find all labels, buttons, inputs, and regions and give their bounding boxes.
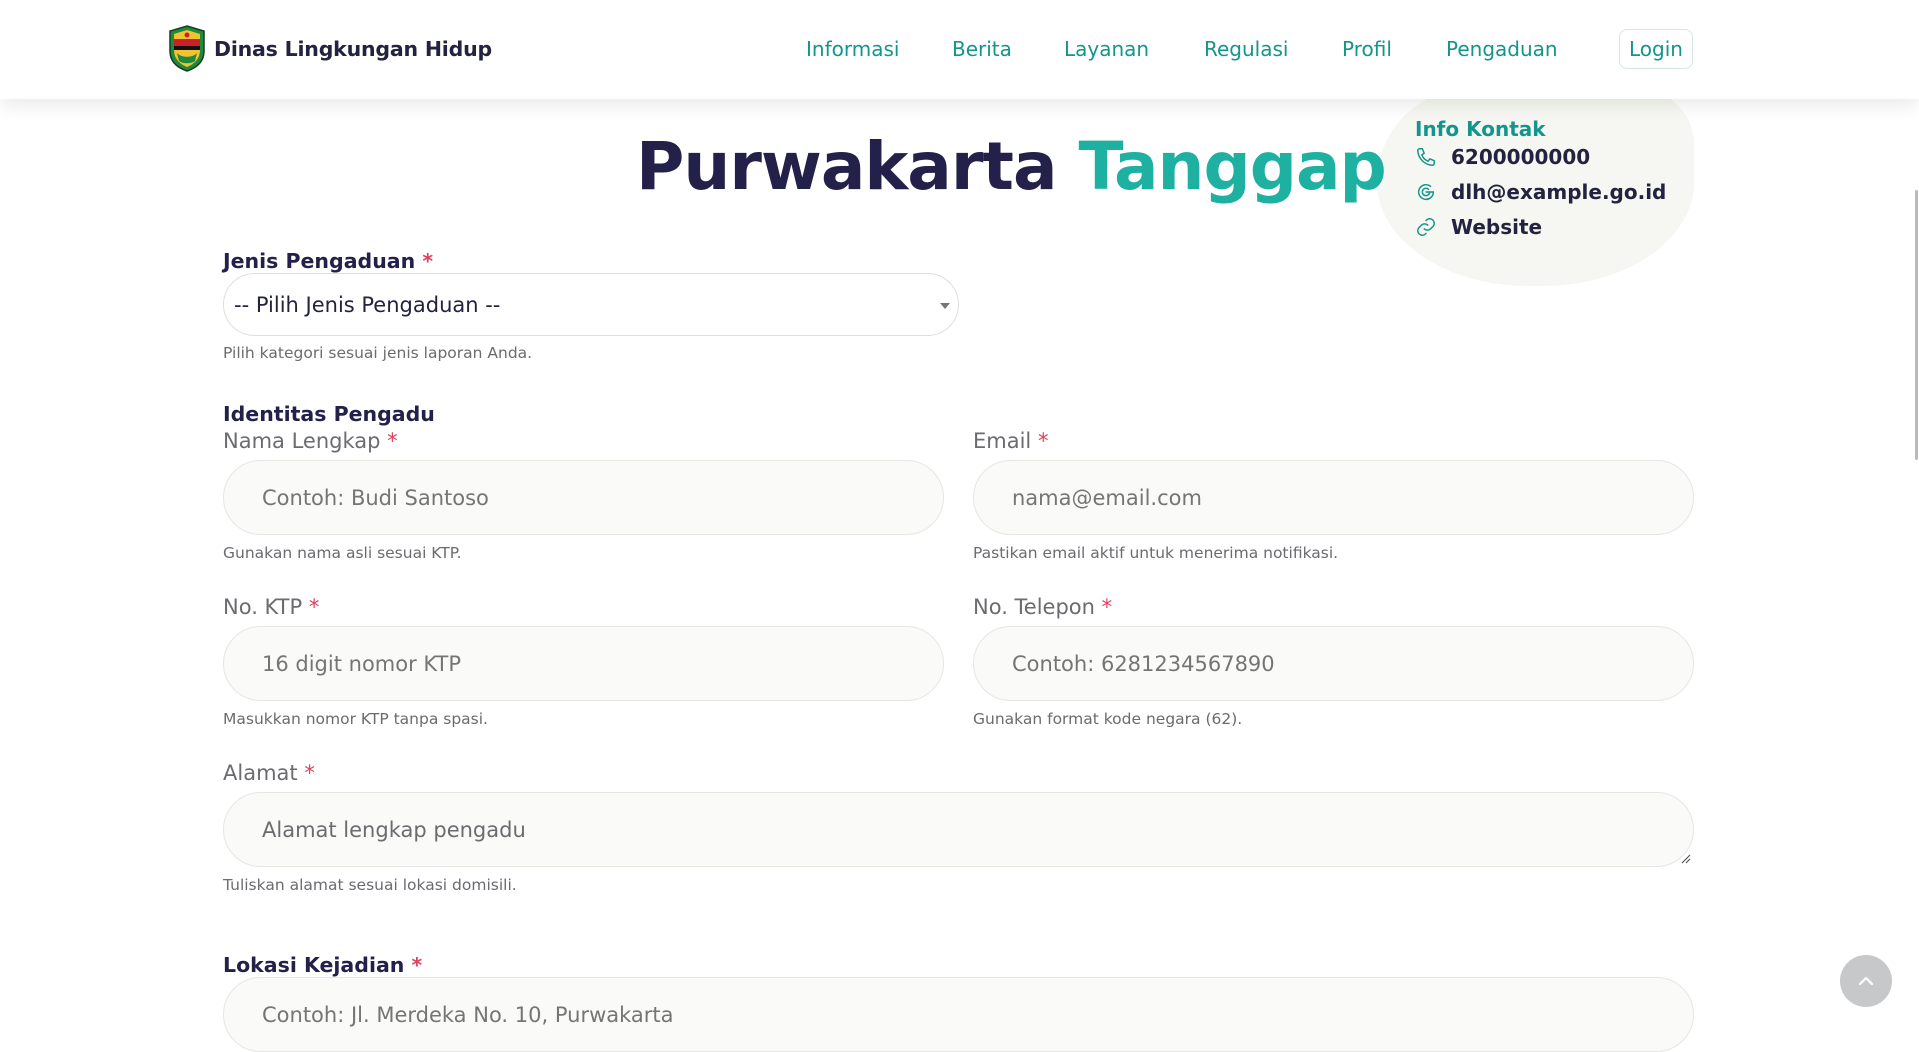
contact-info-card: Info Kontak 6200000000 dlh@example.go.id… — [1377, 88, 1694, 286]
required-mark: * — [411, 953, 423, 977]
page-scrollbar[interactable] — [1915, 190, 1918, 460]
alamat-label: Alamat * — [223, 761, 315, 785]
contact-phone: 6200000000 — [1451, 145, 1591, 169]
required-mark: * — [308, 595, 320, 619]
jenis-pengaduan-label: Jenis Pengaduan * — [223, 249, 433, 273]
top-navbar: Dinas Lingkungan Hidup Informasi Berita … — [0, 0, 1919, 99]
nav-item-berita[interactable]: Berita — [952, 37, 1012, 61]
nama-label-text: Nama Lengkap — [223, 429, 381, 453]
ktp-label-text: No. KTP — [223, 595, 303, 619]
required-mark: * — [387, 429, 398, 453]
nama-label: Nama Lengkap * — [223, 429, 398, 453]
alamat-placeholder: Alamat lengkap pengadu — [262, 817, 526, 842]
contact-email-row[interactable]: dlh@example.go.id — [1415, 180, 1666, 204]
telepon-help: Gunakan format kode negara (62). — [973, 710, 1243, 728]
nav-item-profil[interactable]: Profil — [1342, 37, 1392, 61]
required-mark: * — [422, 249, 434, 273]
ktp-label: No. KTP * — [223, 595, 319, 619]
alamat-label-text: Alamat — [223, 761, 298, 785]
email-input[interactable] — [973, 460, 1694, 535]
phone-icon — [1417, 148, 1435, 166]
ktp-input[interactable] — [223, 626, 944, 701]
jenis-pengaduan-help: Pilih kategori sesuai jenis laporan Anda… — [223, 344, 533, 362]
lokasi-kejadian-input[interactable] — [223, 977, 1694, 1052]
contact-website-row[interactable]: Website — [1415, 215, 1542, 239]
chevron-up-icon — [1858, 976, 1874, 986]
email-label: Email * — [973, 429, 1048, 453]
email-help: Pastikan email aktif untuk menerima noti… — [973, 544, 1339, 562]
contact-title: Info Kontak — [1415, 117, 1546, 141]
jenis-pengaduan-select[interactable]: -- Pilih Jenis Pengaduan -- — [223, 273, 959, 336]
ktp-help: Masukkan nomor KTP tanpa spasi. — [223, 710, 488, 728]
nama-lengkap-input[interactable] — [223, 460, 944, 535]
alamat-textarea[interactable]: Alamat lengkap pengadu — [223, 792, 1694, 867]
telepon-input[interactable] — [973, 626, 1694, 701]
page-title: Purwakarta Tanggap — [636, 128, 1387, 205]
email-icon — [1418, 183, 1435, 201]
resize-grip-icon[interactable] — [1680, 853, 1691, 864]
nama-help: Gunakan nama asli sesuai KTP. — [223, 544, 462, 562]
alamat-help: Tuliskan alamat sesuai lokasi domisili. — [223, 876, 517, 894]
contact-email: dlh@example.go.id — [1451, 180, 1667, 204]
login-button[interactable]: Login — [1619, 29, 1693, 69]
required-mark: * — [304, 761, 315, 785]
lokasi-kejadian-label: Lokasi Kejadian * — [223, 953, 422, 977]
page-title-primary: Purwakarta — [636, 128, 1057, 205]
jenis-pengaduan-label-text: Jenis Pengaduan — [223, 249, 416, 273]
telepon-label: No. Telepon * — [973, 595, 1112, 619]
lokasi-kejadian-label-text: Lokasi Kejadian — [223, 953, 405, 977]
nav-item-pengaduan[interactable]: Pengaduan — [1446, 37, 1558, 61]
required-mark: * — [1037, 429, 1049, 453]
link-icon — [1417, 218, 1435, 236]
required-mark: * — [1101, 595, 1113, 619]
contact-website: Website — [1451, 215, 1543, 239]
nav-item-regulasi[interactable]: Regulasi — [1204, 37, 1288, 61]
nav-item-informasi[interactable]: Informasi — [806, 37, 899, 61]
scroll-to-top-button[interactable] — [1840, 955, 1892, 1007]
jenis-pengaduan-selected: -- Pilih Jenis Pengaduan -- — [234, 292, 501, 317]
nav-item-layanan[interactable]: Layanan — [1064, 37, 1149, 61]
email-label-text: Email — [973, 429, 1032, 453]
telepon-label-text: No. Telepon — [973, 595, 1095, 619]
caret-down-icon — [940, 303, 950, 309]
contact-phone-row[interactable]: 6200000000 — [1415, 145, 1590, 169]
identitas-pengadu-heading: Identitas Pengadu — [223, 402, 435, 426]
page-title-accent: Tanggap — [1078, 128, 1386, 205]
